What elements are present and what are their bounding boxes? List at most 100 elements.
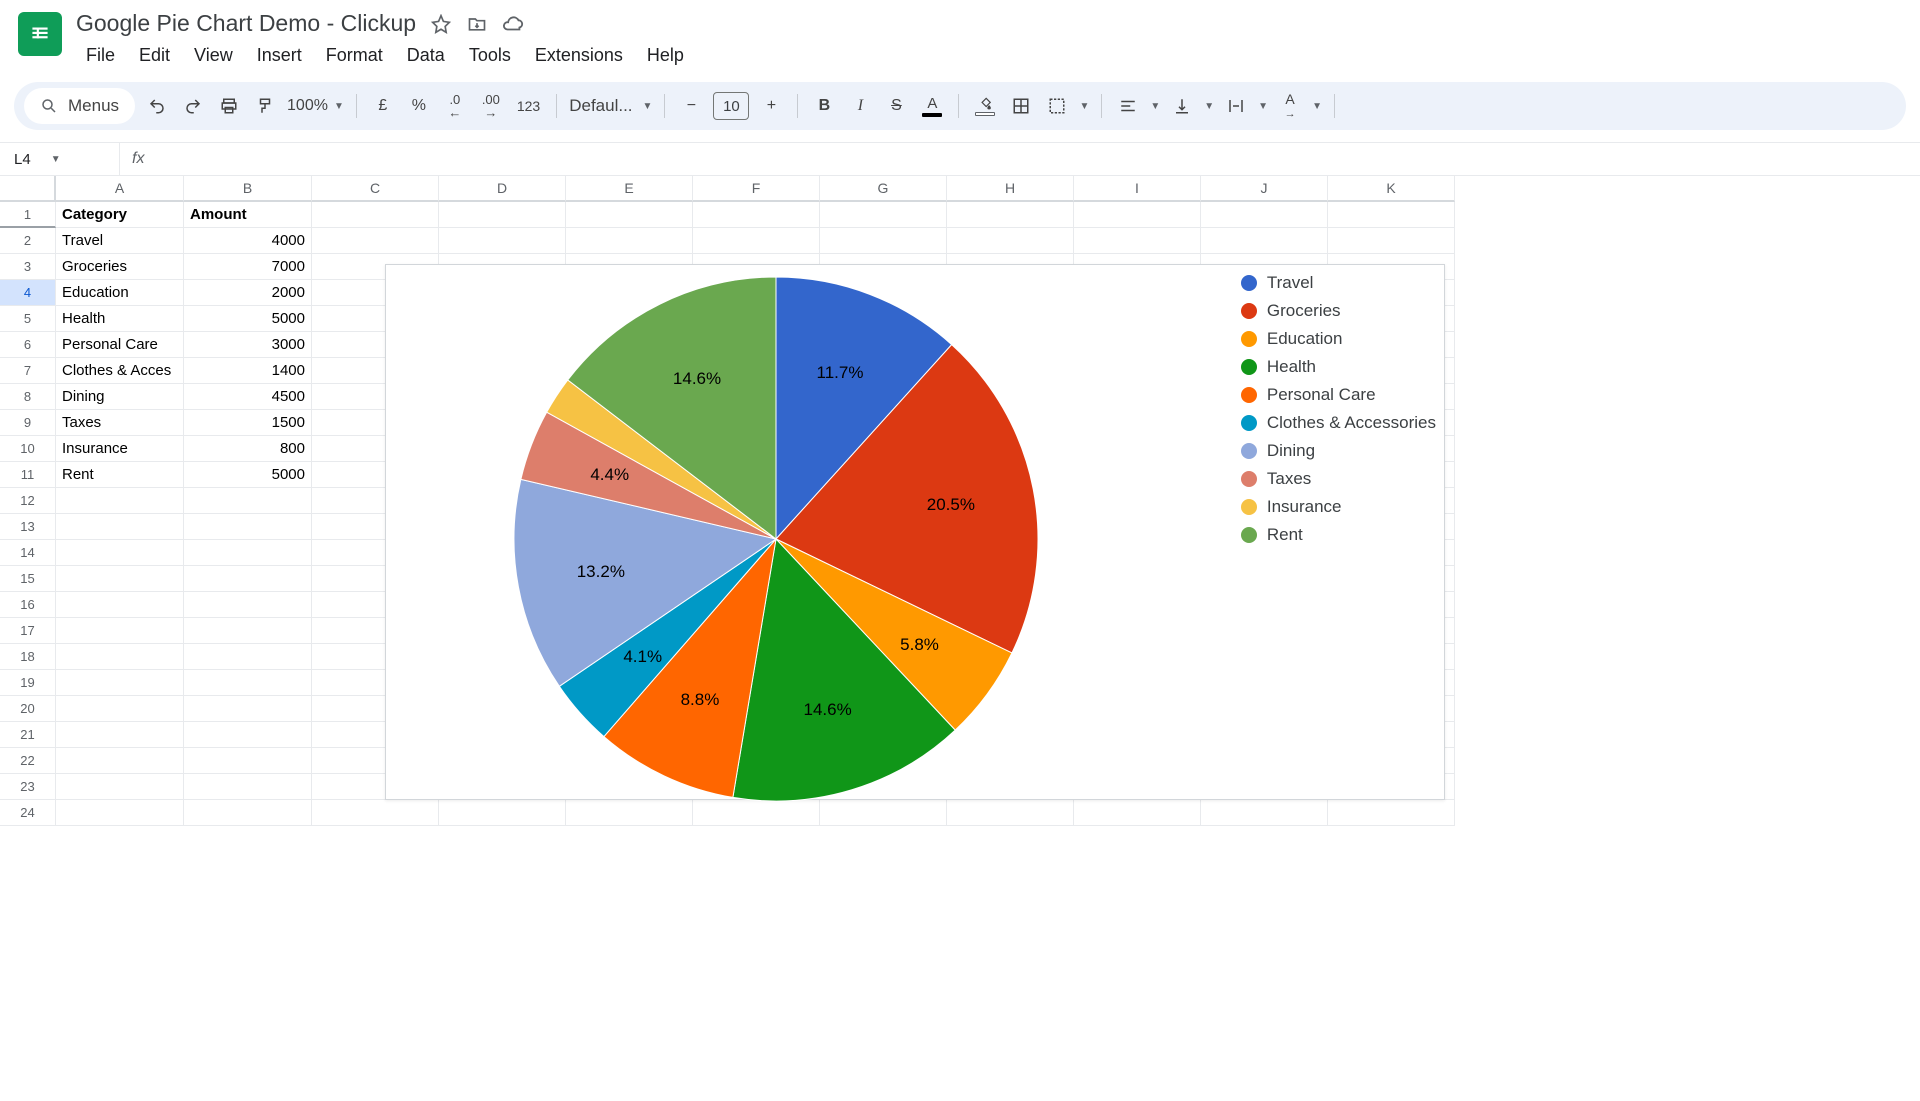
row-header[interactable]: 1	[0, 202, 56, 228]
row-header[interactable]: 22	[0, 748, 56, 774]
legend-item[interactable]: Travel	[1241, 269, 1436, 297]
format-123-button[interactable]: 123	[513, 92, 544, 120]
cell[interactable]	[56, 696, 184, 722]
cell[interactable]: Groceries	[56, 254, 184, 280]
row-header[interactable]: 10	[0, 436, 56, 462]
cell[interactable]	[820, 228, 947, 254]
row-header[interactable]: 12	[0, 488, 56, 514]
increase-decimal-button[interactable]: .00→	[477, 92, 505, 120]
cell[interactable]	[184, 644, 312, 670]
cell[interactable]	[693, 228, 820, 254]
text-color-button[interactable]: A	[918, 92, 946, 120]
cell[interactable]	[56, 670, 184, 696]
format-percent-button[interactable]: %	[405, 92, 433, 120]
bold-button[interactable]: B	[810, 92, 838, 120]
row-header[interactable]: 24	[0, 800, 56, 826]
cell[interactable]	[184, 748, 312, 774]
row-header[interactable]: 3	[0, 254, 56, 280]
cloud-status-icon[interactable]	[502, 13, 524, 35]
row-header[interactable]: 20	[0, 696, 56, 722]
cell[interactable]	[56, 644, 184, 670]
column-header[interactable]: F	[693, 176, 820, 202]
menu-extensions[interactable]: Extensions	[525, 39, 633, 72]
cell[interactable]	[56, 618, 184, 644]
text-wrap-button[interactable]	[1222, 92, 1250, 120]
font-size-input[interactable]: 10	[713, 92, 749, 120]
legend-item[interactable]: Personal Care	[1241, 381, 1436, 409]
menu-insert[interactable]: Insert	[247, 39, 312, 72]
legend-item[interactable]: Education	[1241, 325, 1436, 353]
cell[interactable]	[184, 774, 312, 800]
merge-cells-button[interactable]	[1043, 92, 1071, 120]
chevron-down-icon[interactable]: ▼	[1258, 101, 1268, 112]
chevron-down-icon[interactable]: ▼	[1150, 101, 1160, 112]
increase-font-size-button[interactable]: +	[757, 92, 785, 120]
row-header[interactable]: 14	[0, 540, 56, 566]
cell[interactable]	[184, 800, 312, 826]
cell[interactable]: Category	[56, 202, 184, 228]
cell[interactable]: 2000	[184, 280, 312, 306]
cell[interactable]	[312, 800, 439, 826]
cell[interactable]	[56, 488, 184, 514]
legend-item[interactable]: Dining	[1241, 437, 1436, 465]
cell[interactable]: 1400	[184, 358, 312, 384]
cell[interactable]: Health	[56, 306, 184, 332]
cell[interactable]	[820, 202, 947, 228]
legend-item[interactable]: Taxes	[1241, 465, 1436, 493]
undo-button[interactable]	[143, 92, 171, 120]
column-header[interactable]: C	[312, 176, 439, 202]
cell[interactable]: 7000	[184, 254, 312, 280]
row-header[interactable]: 23	[0, 774, 56, 800]
cell[interactable]	[56, 748, 184, 774]
column-header[interactable]: D	[439, 176, 566, 202]
cell[interactable]: 3000	[184, 332, 312, 358]
row-header[interactable]: 17	[0, 618, 56, 644]
cell[interactable]	[1201, 202, 1328, 228]
chevron-down-icon[interactable]: ▼	[1079, 101, 1089, 112]
zoom-dropdown[interactable]: 100% ▼	[287, 97, 344, 115]
cell[interactable]	[184, 722, 312, 748]
cell[interactable]	[1328, 202, 1455, 228]
column-header[interactable]: G	[820, 176, 947, 202]
cell[interactable]	[693, 202, 820, 228]
row-header[interactable]: 18	[0, 644, 56, 670]
font-family-dropdown[interactable]: Defaul... ▼	[569, 96, 652, 116]
cell[interactable]	[439, 228, 566, 254]
cell[interactable]	[184, 696, 312, 722]
row-header[interactable]: 6	[0, 332, 56, 358]
cell[interactable]	[566, 202, 693, 228]
paint-format-button[interactable]	[251, 92, 279, 120]
star-icon[interactable]	[430, 13, 452, 35]
legend-item[interactable]: Insurance	[1241, 493, 1436, 521]
row-header[interactable]: 9	[0, 410, 56, 436]
legend-item[interactable]: Health	[1241, 353, 1436, 381]
cell[interactable]: Education	[56, 280, 184, 306]
legend-item[interactable]: Clothes & Accessories	[1241, 409, 1436, 437]
cell[interactable]	[439, 202, 566, 228]
format-currency-button[interactable]: £	[369, 92, 397, 120]
row-header[interactable]: 7	[0, 358, 56, 384]
row-header[interactable]: 13	[0, 514, 56, 540]
cell[interactable]	[1328, 800, 1455, 826]
column-header[interactable]: H	[947, 176, 1074, 202]
formula-input[interactable]	[156, 143, 1920, 175]
cell[interactable]: Personal Care	[56, 332, 184, 358]
cell[interactable]: Travel	[56, 228, 184, 254]
cell[interactable]: 5000	[184, 462, 312, 488]
strikethrough-button[interactable]: S	[882, 92, 910, 120]
cell[interactable]: Insurance	[56, 436, 184, 462]
cell[interactable]: Dining	[56, 384, 184, 410]
column-header[interactable]: A	[56, 176, 184, 202]
legend-item[interactable]: Rent	[1241, 521, 1436, 549]
row-header[interactable]: 11	[0, 462, 56, 488]
italic-button[interactable]: I	[846, 92, 874, 120]
menus-search[interactable]: Menus	[24, 88, 135, 124]
cell[interactable]: 4500	[184, 384, 312, 410]
decrease-font-size-button[interactable]: −	[677, 92, 705, 120]
row-header[interactable]: 19	[0, 670, 56, 696]
row-header[interactable]: 21	[0, 722, 56, 748]
cell[interactable]: 4000	[184, 228, 312, 254]
cell[interactable]	[184, 488, 312, 514]
row-header[interactable]: 2	[0, 228, 56, 254]
cell[interactable]	[947, 228, 1074, 254]
